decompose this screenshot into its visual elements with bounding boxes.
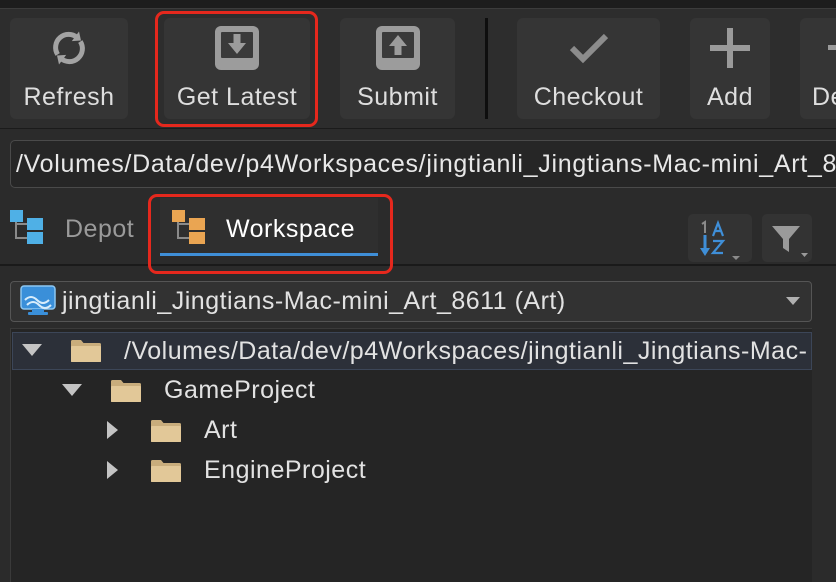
minus-icon (828, 28, 836, 68)
collapse-triangle-icon[interactable] (107, 461, 118, 479)
window-top-strip (0, 0, 836, 9)
expand-triangle-icon[interactable] (22, 344, 42, 356)
refresh-icon (49, 28, 89, 68)
tab-depot[interactable]: Depot (0, 198, 150, 256)
toolbar: Refresh Get Latest Submit Checkout Add D (0, 0, 836, 129)
submit-label: Submit (357, 83, 438, 111)
panel-divider (0, 264, 836, 266)
workspace-dropdown-value: jingtianli_Jingtians-Mac-mini_Art_8611 (… (62, 287, 566, 315)
sort-az-icon (698, 220, 746, 262)
filter-icon (770, 222, 810, 258)
expand-triangle-icon[interactable] (62, 384, 82, 396)
refresh-button[interactable]: Refresh (10, 18, 128, 119)
sort-button[interactable] (688, 214, 752, 262)
tree-item-label[interactable]: GameProject (164, 375, 804, 405)
tree-item-label[interactable]: EngineProject (204, 455, 804, 485)
tab-workspace-label: Workspace (226, 215, 356, 243)
folder-icon (150, 419, 182, 443)
checkmark-icon (567, 30, 611, 66)
filter-button[interactable] (762, 214, 812, 262)
get-latest-button[interactable]: Get Latest (164, 18, 310, 119)
chevron-down-icon (786, 297, 800, 305)
add-button[interactable]: Add (690, 18, 770, 119)
folder-icon (70, 339, 102, 363)
delete-button[interactable]: De (800, 18, 836, 119)
folder-icon (110, 379, 142, 403)
submit-button[interactable]: Submit (340, 18, 455, 119)
workspace-tree-icon (172, 210, 206, 244)
get-latest-label: Get Latest (176, 83, 298, 111)
delete-label: De (812, 83, 836, 111)
tree-item-label[interactable]: /Volumes/Data/dev/p4Workspaces/jingtianl… (124, 336, 812, 366)
tab-depot-label: Depot (65, 215, 135, 243)
workspace-dropdown[interactable]: jingtianli_Jingtians-Mac-mini_Art_8611 (… (10, 281, 812, 322)
collapse-triangle-icon[interactable] (107, 421, 118, 439)
workspace-root-path-field[interactable]: /Volumes/Data/dev/p4Workspaces/jingtianl… (10, 140, 836, 188)
tree-item-label[interactable]: Art (204, 415, 804, 445)
depot-tree-icon (10, 210, 44, 244)
plus-icon (710, 28, 750, 68)
workspace-monitor-icon (20, 285, 56, 317)
checkout-button[interactable]: Checkout (517, 18, 660, 119)
get-latest-icon (214, 25, 260, 71)
active-tab-indicator (160, 253, 378, 256)
submit-icon (375, 25, 421, 71)
folder-icon (150, 459, 182, 483)
toolbar-separator (485, 18, 488, 119)
tab-workspace[interactable]: Workspace (160, 198, 378, 253)
checkout-label: Checkout (533, 83, 644, 111)
refresh-label: Refresh (23, 83, 115, 111)
add-label: Add (707, 83, 753, 111)
